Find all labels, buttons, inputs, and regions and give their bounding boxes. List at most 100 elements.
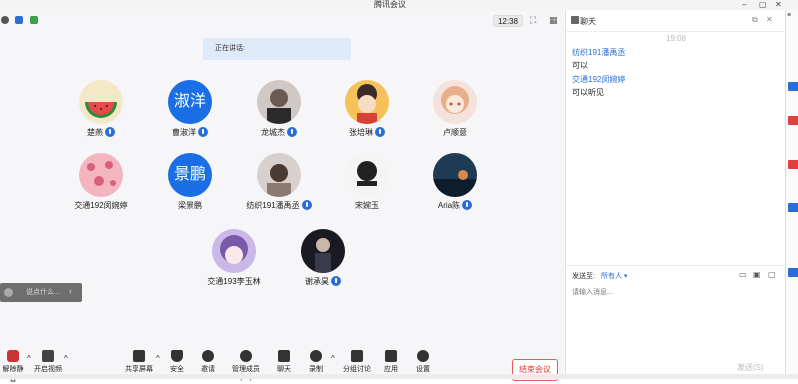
meeting-clock: 12:38 (493, 15, 523, 27)
chat-panel: 聊天 ⧉ ✕ 19:08 纺织191潘禹丞 可以 交通192闵婉婷 可以听见 发… (565, 10, 786, 379)
chat-messages: 19:08 纺织191潘禹丞 可以 交通192闵婉婷 可以听见 (566, 32, 786, 100)
chat-icon (571, 16, 579, 24)
message-text: 可以听见 (572, 88, 604, 97)
share-screen-button[interactable]: 共享屏幕 (124, 350, 154, 374)
send-to-selector[interactable]: 发送至: 所有人 ▾ (572, 271, 627, 281)
app-chip (788, 116, 798, 125)
maximize-icon[interactable]: ▢ (759, 0, 767, 9)
shield-icon[interactable] (15, 16, 23, 24)
participant-name: 纺织191潘禹丞 (234, 199, 324, 211)
microphone-icon (287, 126, 297, 137)
invite-icon (202, 350, 214, 362)
window-title: 腾讯会议 (374, 0, 406, 9)
settings-label: 设置 (416, 366, 430, 373)
chevron-up-icon[interactable]: ^ (331, 354, 335, 363)
participant-name: 交通193李玉林 (207, 277, 261, 286)
microphone-icon (198, 126, 208, 137)
say-something-placeholder: 说点什么... (26, 289, 60, 296)
chevron-left-icon[interactable]: ‹ (69, 286, 72, 296)
message-text: 可以 (572, 61, 588, 70)
app-chip (788, 203, 798, 212)
security-button[interactable]: 安全 (166, 350, 188, 374)
app-chip (788, 268, 798, 277)
avatar (79, 80, 123, 124)
shield-icon (171, 350, 183, 362)
breakout-label: 分组讨论 (343, 366, 371, 373)
screenshot-icon[interactable]: ▭ (739, 270, 747, 279)
record-button[interactable]: 录制 (305, 350, 327, 374)
message-sender[interactable]: 交通192闵婉婷 (566, 73, 786, 86)
apps-icon (385, 350, 397, 362)
share-screen-label: 共享屏幕 (125, 366, 153, 373)
signal-icon[interactable] (30, 16, 38, 24)
start-video-label: 开启视频 (34, 366, 62, 373)
microphone-icon (301, 199, 312, 210)
chevron-up-icon[interactable]: ^ (156, 354, 160, 363)
send-to-value[interactable]: 所有人 (601, 273, 622, 280)
settings-button[interactable]: 设置 (412, 350, 434, 374)
microphone-icon (331, 275, 341, 286)
send-button[interactable]: 发送(S) (737, 362, 764, 373)
app-chip (788, 160, 798, 169)
send-to-label: 发送至: (572, 273, 595, 280)
chevron-up-icon[interactable]: ^ (64, 354, 68, 363)
say-something-input[interactable]: 说点什么... ‹ (0, 283, 82, 302)
apps-label: 应用 (384, 366, 398, 373)
invite-label: 邀请 (201, 366, 215, 373)
avatar (79, 153, 123, 197)
start-video-button[interactable]: 开启视频 (33, 350, 63, 374)
apps-button[interactable]: 应用 (380, 350, 402, 374)
chat-button[interactable]: 聊天 (273, 350, 295, 374)
members-icon (240, 350, 252, 362)
record-label: 录制 (309, 366, 323, 373)
chat-icon (278, 350, 290, 362)
title-bar: 腾讯会议 – ▢ ✕ (0, 0, 798, 10)
chevron-up-icon[interactable]: ^ (27, 354, 31, 363)
avatar (301, 229, 345, 273)
chat-header: 聊天 ⧉ ✕ (566, 10, 785, 32)
popout-icon[interactable]: ⧉ (752, 15, 758, 25)
avatar (433, 153, 477, 197)
file-icon[interactable]: ▢ (768, 270, 776, 279)
meeting-top-row: 12:38 ⛶ ▦ (0, 10, 565, 30)
avatar (345, 153, 389, 197)
dropdown-icon[interactable]: ▾ (622, 273, 628, 280)
avatar (345, 80, 389, 124)
app-chip (788, 82, 798, 91)
record-icon (310, 350, 322, 362)
bottom-bar (0, 374, 798, 379)
avatar (212, 229, 256, 273)
close-icon[interactable]: ✕ (775, 0, 782, 9)
chat-label: 聊天 (277, 366, 291, 373)
breakout-icon (351, 350, 363, 362)
emoji-icon[interactable] (4, 288, 13, 297)
chat-title: 聊天 (580, 17, 596, 26)
muted-microphone-icon (7, 350, 19, 362)
participant-name: 谢承昊 (278, 275, 368, 287)
minimize-icon[interactable]: – (742, 0, 746, 9)
avatar: 淑洋 (168, 80, 212, 124)
info-icon[interactable] (1, 16, 9, 24)
message-sender[interactable]: 纺织191潘禹丞 (566, 46, 786, 59)
participant-name: 宋婉玉 (355, 201, 379, 210)
avatar (257, 80, 301, 124)
menu-icon[interactable]: ≡ (787, 12, 791, 19)
microphone-icon (462, 199, 473, 210)
share-screen-icon (133, 350, 145, 362)
image-icon[interactable]: ▣ (753, 270, 761, 279)
chat-timestamp: 19:08 (665, 34, 687, 43)
layout-icon[interactable]: ▦ (549, 15, 558, 26)
background-window-strip: ≡ (785, 10, 798, 379)
avatar (433, 80, 477, 124)
chat-input[interactable] (572, 286, 722, 298)
participant-name: 张培琳 (322, 126, 412, 138)
meeting-area: 12:38 ⛶ ▦ 正在讲话: 楚燕 淑洋 曹淑洋 龙城杰 张培琳 卢顺意 交通… (0, 10, 565, 383)
participant-name: 卢顺意 (443, 128, 467, 137)
participant-name: 楚燕 (56, 126, 146, 138)
fullscreen-icon[interactable]: ⛶ (530, 15, 536, 26)
invite-button[interactable]: 邀请 (197, 350, 219, 374)
close-icon[interactable]: ✕ (766, 15, 773, 24)
microphone-icon (105, 126, 115, 137)
participant-name: 梁景鹏 (178, 201, 202, 210)
breakout-button[interactable]: 分组讨论 (342, 350, 372, 374)
